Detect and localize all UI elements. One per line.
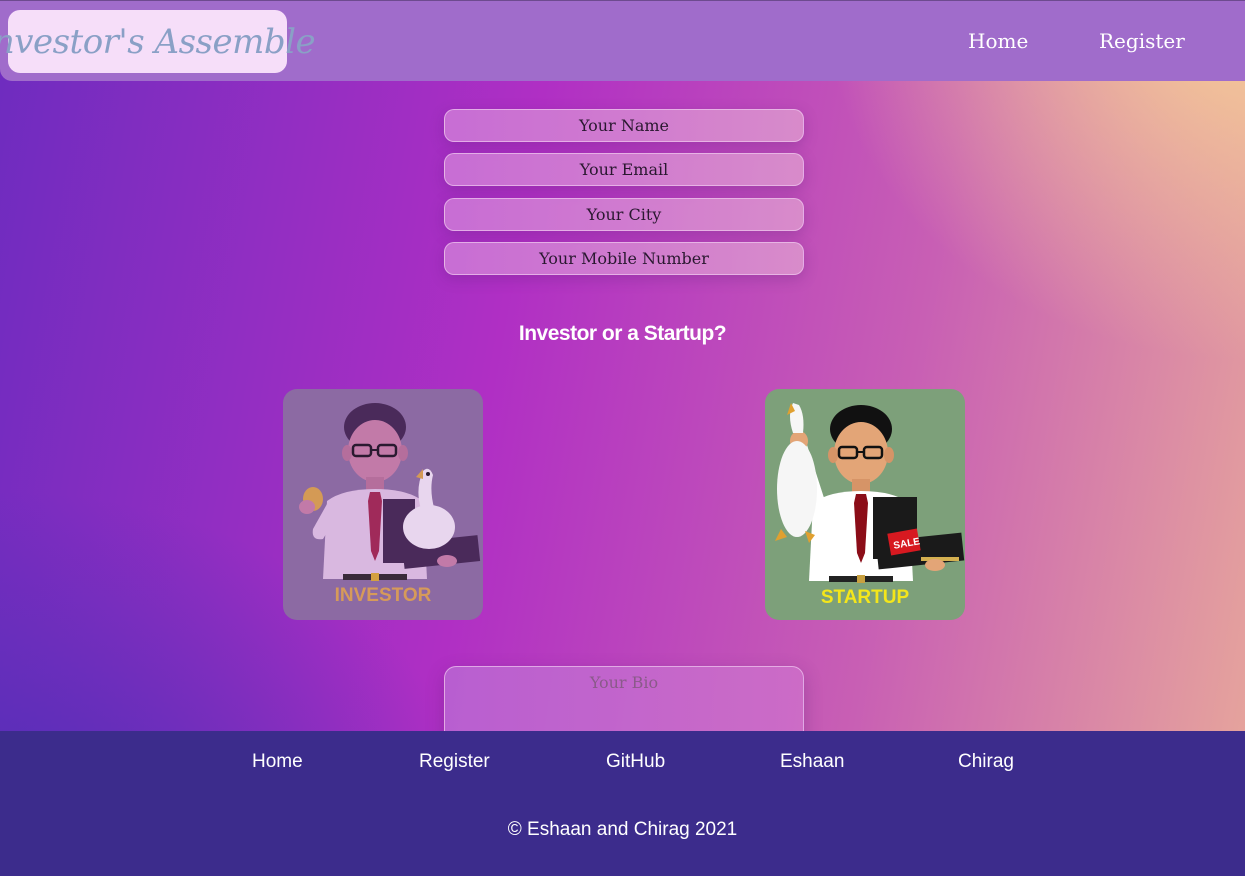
- footer-register-link[interactable]: Register: [419, 751, 490, 773]
- logo[interactable]: Investor's Assemble: [0, 10, 316, 73]
- nav-register-link[interactable]: Register: [1099, 29, 1185, 53]
- site-header: Investor's Assemble Home Register: [0, 0, 1245, 81]
- investor-option-card[interactable]: INVESTOR: [283, 389, 483, 620]
- nav-home-link[interactable]: Home: [968, 29, 1028, 53]
- startup-label: STARTUP: [820, 587, 910, 608]
- footer-home-link[interactable]: Home: [252, 751, 303, 773]
- site-footer: Home Register GitHub Eshaan Chirag © Esh…: [0, 731, 1245, 876]
- logo-text: Investor's Assemble: [0, 21, 316, 62]
- mobile-input[interactable]: Your Mobile Number: [444, 242, 804, 275]
- copyright-text: © Eshaan and Chirag 2021: [507, 819, 738, 840]
- name-input[interactable]: Your Name: [444, 109, 804, 142]
- investor-label: INVESTOR: [334, 585, 432, 606]
- footer-chirag-link[interactable]: Chirag: [958, 751, 1014, 773]
- startup-option-card[interactable]: SALE STARTUP: [765, 389, 965, 620]
- startup-illustration: SALE: [775, 403, 965, 583]
- footer-github-link[interactable]: GitHub: [606, 751, 665, 773]
- city-input[interactable]: Your City: [444, 198, 804, 231]
- footer-eshaan-link[interactable]: Eshaan: [780, 751, 844, 773]
- role-question: Investor or a Startup?: [518, 322, 727, 345]
- email-input[interactable]: Your Email: [444, 153, 804, 186]
